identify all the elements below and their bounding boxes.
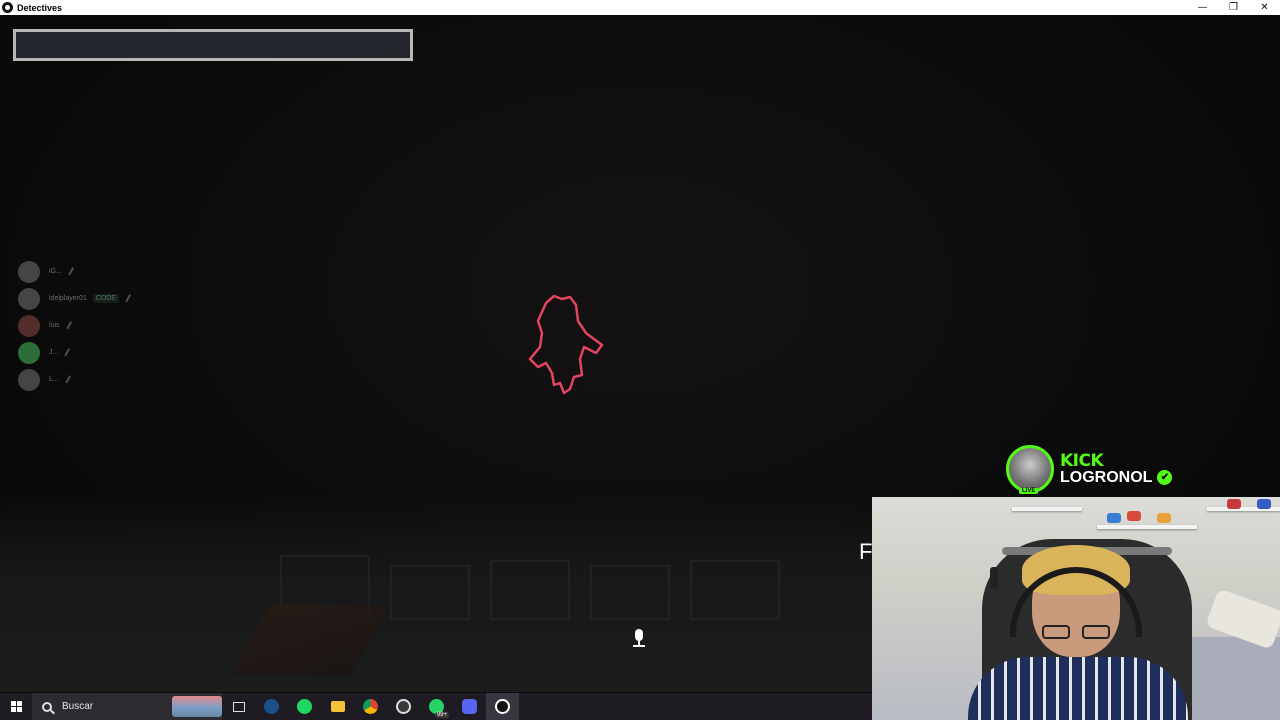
steam-icon	[264, 699, 279, 714]
player-item: idelplayer01 CODE	[18, 285, 134, 312]
spotify-icon	[297, 699, 312, 714]
close-button[interactable]: ✕	[1249, 0, 1280, 15]
streamer-avatar: LIVE	[1006, 445, 1054, 494]
file-explorer-button[interactable]	[321, 693, 354, 720]
window-titlebar: Detectives — ❐ ✕	[0, 0, 1280, 15]
app-icon	[2, 2, 13, 13]
whatsapp-button[interactable]: 99+	[420, 693, 453, 720]
obs-icon	[396, 699, 411, 714]
toy-car	[1107, 513, 1121, 523]
start-button[interactable]	[0, 693, 32, 720]
game-app-icon	[495, 699, 510, 714]
player-item: luis	[18, 312, 132, 339]
search-icon	[42, 701, 52, 712]
toy-car	[1257, 499, 1271, 509]
task-view-button[interactable]	[222, 693, 255, 720]
notification-badge: 99+	[434, 712, 449, 718]
toy-car	[1127, 511, 1141, 521]
player-name: L...	[49, 376, 59, 383]
mic-icon	[125, 293, 134, 304]
mic-icon	[64, 347, 74, 358]
minimize-button[interactable]: —	[1187, 0, 1218, 15]
kick-stream-badge: LIVE KICK LOGRONOL ✔	[1002, 441, 1184, 497]
task-view-icon	[232, 701, 245, 712]
discord-icon	[462, 699, 477, 714]
stream-microphone	[990, 567, 998, 589]
webcam-overlay	[872, 497, 1280, 720]
windows-taskbar: Buscar 99+	[0, 693, 872, 720]
window-title: Detectives	[17, 2, 63, 13]
avatar	[18, 314, 40, 337]
game-text-input[interactable]	[13, 29, 413, 61]
player-item: iG...	[18, 258, 132, 285]
player-item: J...	[18, 339, 132, 366]
player-name: idelplayer01	[49, 295, 87, 302]
discord-button[interactable]	[453, 693, 486, 720]
avatar	[18, 341, 40, 364]
microphone-icon	[633, 629, 645, 647]
player-outline-icon	[528, 294, 604, 395]
mic-icon	[65, 374, 74, 385]
toy-car	[1227, 499, 1241, 509]
wall-shelf	[1012, 507, 1082, 511]
steam-button[interactable]	[255, 693, 288, 720]
avatar	[18, 287, 40, 310]
wall-shelf	[1097, 525, 1197, 529]
avatar	[18, 260, 40, 283]
sweater	[968, 657, 1188, 720]
player-name: luis	[49, 322, 60, 329]
obs-button[interactable]	[387, 693, 420, 720]
search-placeholder: Buscar	[62, 701, 94, 712]
verified-icon: ✔	[1157, 470, 1173, 485]
mic-icon	[68, 266, 77, 277]
player-name: iG...	[49, 268, 62, 275]
windows-start-icon	[10, 701, 22, 712]
game-app-button[interactable]	[486, 693, 519, 720]
taskbar-search[interactable]: Buscar	[32, 693, 222, 720]
live-badge: LIVE	[1019, 488, 1039, 494]
player-name: J...	[49, 349, 59, 356]
restore-button[interactable]: ❐	[1218, 0, 1249, 15]
spotify-button[interactable]	[288, 693, 321, 720]
player-tag: CODE	[92, 294, 119, 303]
avatar	[18, 368, 40, 391]
voice-player-list: iG... idelplayer01 CODE luis J... L...	[18, 258, 134, 393]
overlay-letter: F	[859, 539, 873, 564]
toy-car	[1157, 513, 1171, 523]
mic-icon	[65, 320, 75, 331]
player-item: L...	[18, 366, 132, 393]
streamer-username: LOGRONOL	[1060, 468, 1153, 486]
glasses	[1042, 625, 1112, 639]
file-explorer-icon	[330, 701, 345, 712]
window-controls: — ❐ ✕	[1187, 0, 1280, 15]
search-highlight-image	[172, 696, 222, 717]
chrome-button[interactable]	[354, 693, 387, 720]
chrome-icon	[363, 699, 378, 714]
kick-logo: KICK	[1060, 450, 1104, 471]
